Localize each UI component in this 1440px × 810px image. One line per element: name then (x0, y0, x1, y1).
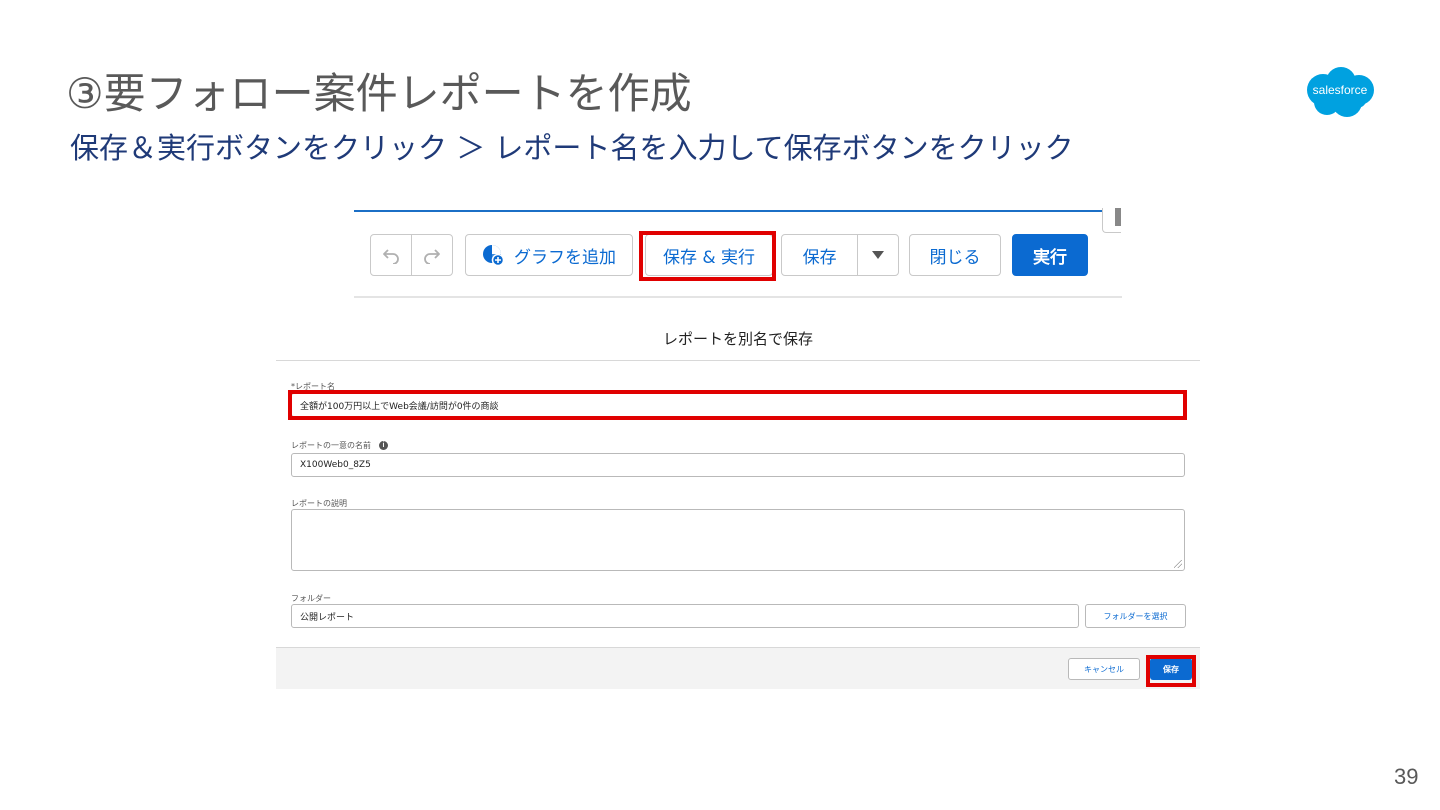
save-split-button: 保存 (781, 234, 899, 276)
unique-name-input[interactable]: X100Web0_8Z5 (291, 453, 1185, 477)
select-folder-button[interactable]: フォルダーを選択 (1085, 604, 1186, 628)
unique-name-label: レポートの一意の名前 i (291, 440, 388, 451)
run-button[interactable]: 実行 (1012, 234, 1088, 276)
salesforce-logo: salesforce (1301, 64, 1379, 120)
page-number: 39 (1394, 764, 1419, 789)
info-icon[interactable]: i (379, 441, 388, 450)
close-button[interactable]: 閉じる (909, 234, 1001, 276)
slide-subtitle: 保存＆実行ボタンをクリック ＞ レポート名を入力して保存ボタンをクリック (70, 131, 1074, 165)
report-name-value: 全額が100万円以上でWeb会議/訪問が0件の商談 (300, 401, 499, 412)
unique-name-label-text: レポートの一意の名前 (291, 441, 371, 450)
logo-text: salesforce (1312, 83, 1368, 97)
add-chart-button[interactable]: グラフを追加 (465, 234, 633, 276)
folder-input[interactable]: 公開レポート (291, 604, 1079, 628)
report-name-input[interactable]: 全額が100万円以上でWeb会議/訪問が0件の商談 (291, 393, 1185, 417)
add-chart-label: グラフを追加 (514, 247, 616, 268)
save-and-run-button[interactable]: 保存 & 実行 (645, 234, 773, 276)
save-menu-button[interactable] (858, 235, 898, 275)
folder-value: 公開レポート (300, 612, 355, 623)
slide-title: ③要フォロー案件レポートを作成 (66, 69, 692, 118)
dialog-divider (276, 360, 1200, 361)
redo-button[interactable] (412, 235, 452, 275)
description-textarea[interactable] (291, 509, 1185, 571)
dialog-save-label: 保存 (1163, 664, 1179, 674)
select-folder-label: フォルダーを選択 (1103, 611, 1168, 621)
dialog-save-button[interactable]: 保存 (1150, 658, 1192, 680)
toolbar-save-label: 保存 (802, 247, 837, 268)
dialog-footer: キャンセル 保存 (276, 647, 1200, 689)
save-and-run-label: 保存 & 実行 (662, 247, 756, 268)
report-name-label: *レポート名 (291, 382, 335, 391)
chart-add-icon (483, 245, 504, 266)
report-toolbar: グラフを追加 保存 & 実行 保存 閉じる 実行 (354, 208, 1122, 298)
dialog-title: レポートを別名で保存 (662, 330, 813, 348)
description-label: レポートの説明 (291, 499, 347, 508)
close-label: 閉じる (929, 247, 981, 268)
toolbar-save-button[interactable]: 保存 (782, 235, 857, 275)
save-as-dialog: レポートを別名で保存 *レポート名 全額が100万円以上でWeb会議/訪問が0件… (276, 312, 1200, 689)
caret-down-icon (872, 251, 885, 259)
undo-redo-group (370, 234, 453, 276)
panel-collapse-tab[interactable] (1102, 208, 1121, 233)
toolbar-top-border (354, 210, 1104, 212)
resize-handle-icon[interactable] (1174, 560, 1182, 568)
undo-icon (383, 249, 399, 264)
run-label: 実行 (1033, 247, 1067, 268)
cancel-button[interactable]: キャンセル (1068, 658, 1140, 680)
folder-label: フォルダー (291, 594, 331, 603)
redo-icon (424, 249, 440, 264)
undo-button[interactable] (371, 235, 411, 275)
toolbar-bottom-border (354, 296, 1122, 298)
unique-name-value: X100Web0_8Z5 (300, 460, 371, 470)
cancel-label: キャンセル (1084, 664, 1124, 674)
